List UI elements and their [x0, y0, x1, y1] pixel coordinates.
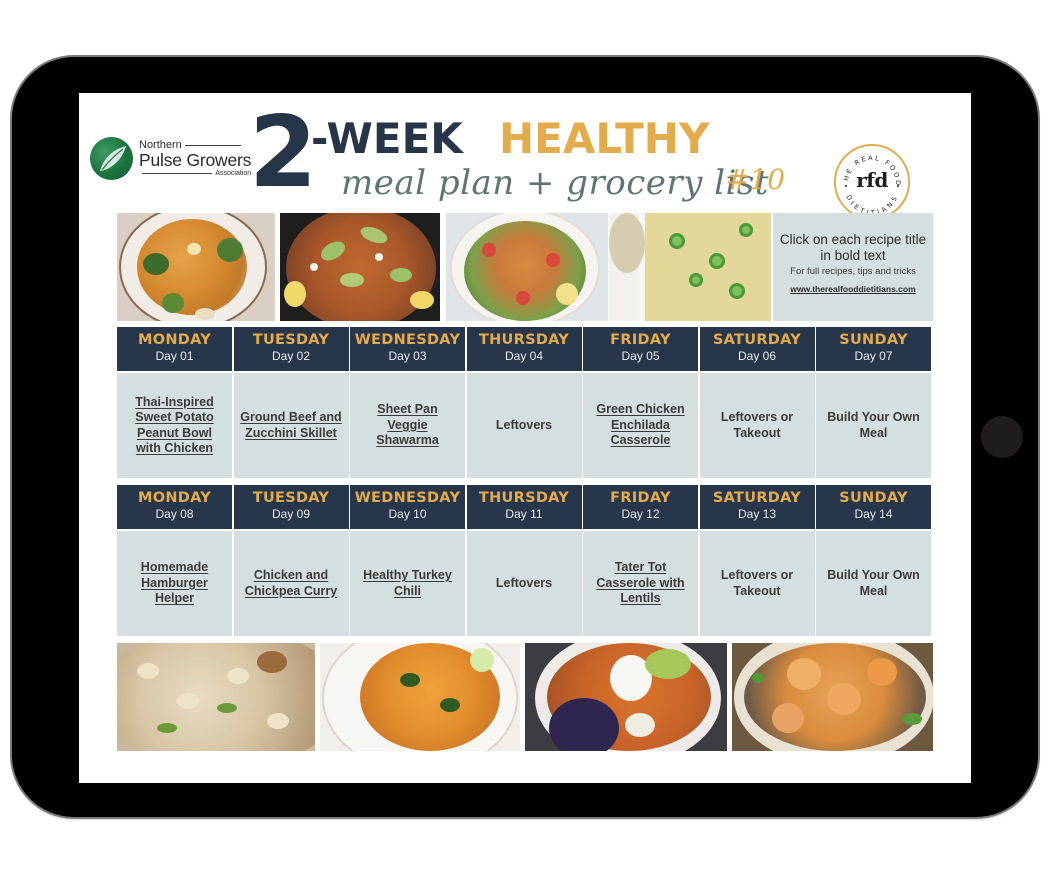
meal-cell: Thai-Inspired Sweet Potato Peanut Bowl w… [117, 373, 232, 478]
recipe-link[interactable]: Ground Beef and Zucchini Skillet [240, 410, 343, 441]
day-header-friday: FRIDAY Day 12 [583, 485, 698, 529]
day-header-saturday: SATURDAY Day 13 [699, 485, 815, 529]
meal-text: Leftovers [495, 417, 553, 432]
sweet-potato-peanut-bowl-photo[interactable] [117, 213, 275, 321]
recipe-link[interactable]: Homemade Hamburger Helper [123, 560, 226, 607]
green-chicken-enchilada-photo[interactable] [609, 213, 771, 321]
title-week: -WEEK [311, 114, 463, 163]
day-header-saturday: SATURDAY Day 06 [699, 327, 815, 371]
day-name: WEDNESDAY [354, 490, 461, 506]
title-edition: #10 [726, 163, 786, 196]
title-subtitle: meal plan + grocery list [341, 163, 770, 203]
recipe-link[interactable]: Tater Tot Casserole with Lentils [589, 560, 692, 607]
tater-tot-casserole-photo[interactable] [732, 643, 933, 751]
day-name: SATURDAY [712, 490, 802, 506]
day-header-monday: MONDAY Day 01 [117, 327, 232, 371]
recipe-link[interactable]: Sheet Pan Veggie Shawarma [356, 402, 459, 449]
day-header-thursday: THURSDAY Day 11 [466, 485, 582, 529]
meal-cell: Ground Beef and Zucchini Skillet [233, 373, 349, 478]
title-number: 2 [249, 96, 317, 210]
meal-cell: Healthy Turkey Chili [350, 531, 465, 636]
hamburger-helper-photo[interactable] [117, 643, 315, 751]
day-name: MONDAY [137, 490, 212, 506]
day-number: Day 10 [388, 507, 427, 521]
day-name: SATURDAY [712, 332, 802, 348]
day-number: Day 12 [621, 507, 660, 521]
day-number: Day 14 [854, 507, 893, 521]
meal-text: Leftovers or Takeout [720, 568, 794, 598]
day-header-sunday: SUNDAY Day 14 [816, 485, 931, 529]
meal-cell: Leftovers [466, 531, 582, 636]
instructions-subtext: For full recipes, tips and tricks [790, 266, 916, 277]
day-name: THURSDAY [478, 490, 570, 506]
turkey-chili-photo[interactable] [525, 643, 727, 751]
day-number: Day 08 [155, 507, 194, 521]
meal-text: Build Your Own Meal [827, 568, 920, 598]
meal-cell: Build Your Own Meal [816, 373, 931, 478]
leaf-icon [90, 137, 133, 180]
week-2: MONDAY Day 08 TUESDAY Day 09 WEDNESDAY Day 10… [117, 485, 933, 636]
day-name: WEDNESDAY [354, 332, 461, 348]
meal-plan-page: Northern Pulse Growers Association 2 -WE… [79, 93, 971, 783]
meal-cell: Leftovers [466, 373, 582, 478]
instructions-headline: Click on each recipe title in bold text [779, 232, 927, 263]
meal-cell: Leftovers or Takeout [699, 531, 815, 636]
meal-cell: Build Your Own Meal [816, 531, 931, 636]
day-header-monday: MONDAY Day 08 [117, 485, 232, 529]
npga-logo: Northern Pulse Growers Association [90, 136, 262, 184]
day-name: TUESDAY [252, 490, 330, 506]
day-name: SUNDAY [839, 332, 908, 348]
day-header-tuesday: TUESDAY Day 09 [233, 485, 349, 529]
day-number: Day 05 [621, 349, 660, 363]
day-header-wednesday: WEDNESDAY Day 10 [350, 485, 465, 529]
recipe-link[interactable]: Healthy Turkey Chili [356, 568, 459, 599]
meal-text: Leftovers [495, 575, 553, 590]
day-name: TUESDAY [252, 332, 330, 348]
day-number: Day 01 [155, 349, 194, 363]
day-number: Day 13 [737, 507, 777, 521]
day-name: SUNDAY [839, 490, 908, 506]
day-name: FRIDAY [610, 332, 671, 348]
day-header-thursday: THURSDAY Day 04 [466, 327, 582, 371]
day-header-friday: FRIDAY Day 05 [583, 327, 698, 371]
day-name: MONDAY [137, 332, 212, 348]
veggie-shawarma-photo[interactable] [446, 213, 608, 321]
day-number: Day 04 [504, 349, 544, 363]
meal-cell: Leftovers or Takeout [699, 373, 815, 478]
recipe-link[interactable]: Chicken and Chickpea Curry [240, 568, 343, 599]
week-1: MONDAY Day 01 TUESDAY Day 02 WEDNESDAY Day 03… [117, 327, 933, 478]
rfd-mark: rfd [856, 168, 888, 192]
sponsor-line3: Association [215, 170, 252, 177]
day-header-tuesday: TUESDAY Day 02 [233, 327, 349, 371]
instructions-box: Click on each recipe title in bold text … [773, 213, 933, 321]
day-number: Day 06 [737, 349, 777, 363]
day-number: Day 02 [271, 349, 311, 363]
day-number: Day 07 [854, 349, 893, 363]
day-number: Day 03 [388, 349, 427, 363]
sponsor-line2: Pulse Growers [139, 150, 252, 170]
meal-cell: Tater Tot Casserole with Lentils [583, 531, 698, 636]
day-number: Day 09 [271, 507, 311, 521]
chickpea-curry-photo[interactable] [320, 643, 520, 751]
home-button[interactable] [981, 416, 1023, 458]
day-name: THURSDAY [478, 332, 570, 348]
meal-text: Leftovers or Takeout [720, 410, 794, 440]
title-healthy: HEALTHY [499, 114, 710, 163]
meal-cell: Homemade Hamburger Helper [117, 531, 232, 636]
ground-beef-zucchini-skillet-photo[interactable] [280, 213, 440, 321]
website-link[interactable]: www.therealfooddietitians.com [790, 283, 915, 295]
day-header-wednesday: WEDNESDAY Day 03 [350, 327, 465, 371]
day-name: FRIDAY [610, 490, 671, 506]
day-number: Day 11 [505, 507, 543, 521]
meal-cell: Green Chicken Enchilada Casserole [583, 373, 698, 478]
rfd-logo: THE REAL FOOD DIETITIANS rfd [834, 144, 910, 220]
day-header-sunday: SUNDAY Day 07 [816, 327, 931, 371]
meal-text: Build Your Own Meal [827, 410, 920, 440]
recipe-link[interactable]: Thai-Inspired Sweet Potato Peanut Bowl w… [123, 395, 226, 457]
meal-cell: Chicken and Chickpea Curry [233, 531, 349, 636]
recipe-link[interactable]: Green Chicken Enchilada Casserole [589, 402, 692, 449]
meal-cell: Sheet Pan Veggie Shawarma [350, 373, 465, 478]
